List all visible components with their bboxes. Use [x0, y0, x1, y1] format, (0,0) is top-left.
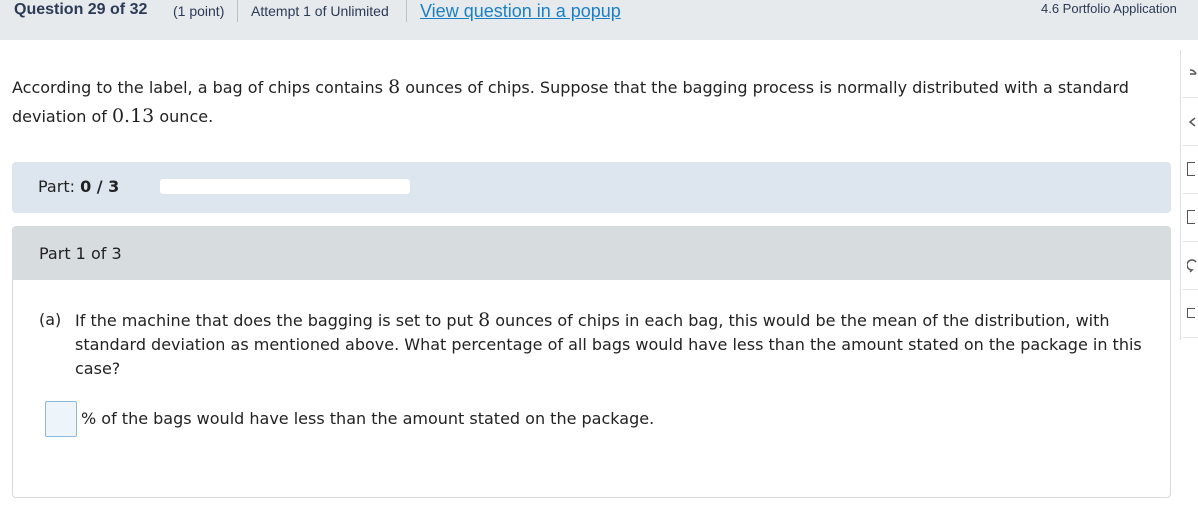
question-text: If the machine that does the bagging is …: [75, 309, 1142, 378]
question-header: Question 29 of 32 (1 point) Attempt 1 of…: [0, 0, 1198, 40]
answer-input[interactable]: [45, 401, 77, 437]
chat-icon[interactable]: [1183, 242, 1198, 290]
answer-row: % of the bags would have less than the a…: [45, 401, 945, 437]
prompt-number: 8: [388, 76, 401, 98]
bracket-icon[interactable]: [1183, 146, 1198, 194]
box-icon[interactable]: [1183, 290, 1198, 338]
section-title: 4.6 Portfolio Application: [1041, 1, 1177, 16]
question-letter: (a): [39, 310, 62, 329]
part-progress-panel: Part: 0 / 3: [12, 162, 1171, 213]
part-progress-value: 0 / 3: [80, 177, 120, 196]
progress-bar: [160, 179, 410, 194]
header-divider: [237, 0, 238, 22]
side-toolbar: [1180, 50, 1198, 340]
part-card: Part 1 of 3 (a) If the machine that does…: [12, 226, 1171, 498]
prompt-number: 0.13: [111, 105, 155, 127]
answer-suffix: % of the bags would have less than the a…: [81, 409, 655, 428]
prompt-text: ounce.: [154, 107, 214, 126]
back-icon[interactable]: [1183, 98, 1198, 146]
bracket-icon-2[interactable]: [1183, 194, 1198, 242]
question-points: (1 point): [173, 3, 225, 19]
question-prompt: According to the label, a bag of chips c…: [12, 73, 1172, 131]
attempt-counter: Attempt 1 of Unlimited: [251, 3, 389, 19]
part-title: Part 1 of 3: [39, 244, 122, 263]
question-number: Question 29 of 32: [14, 1, 148, 18]
question-number-value: 8: [478, 309, 491, 331]
calculator-icon[interactable]: [1183, 50, 1198, 98]
header-divider: [406, 0, 407, 22]
view-in-popup-link[interactable]: View question in a popup: [420, 0, 621, 22]
part-progress-label: Part: 0 / 3: [38, 177, 120, 196]
part-header: Part 1 of 3: [13, 227, 1170, 280]
prompt-text: According to the label, a bag of chips c…: [12, 78, 389, 97]
